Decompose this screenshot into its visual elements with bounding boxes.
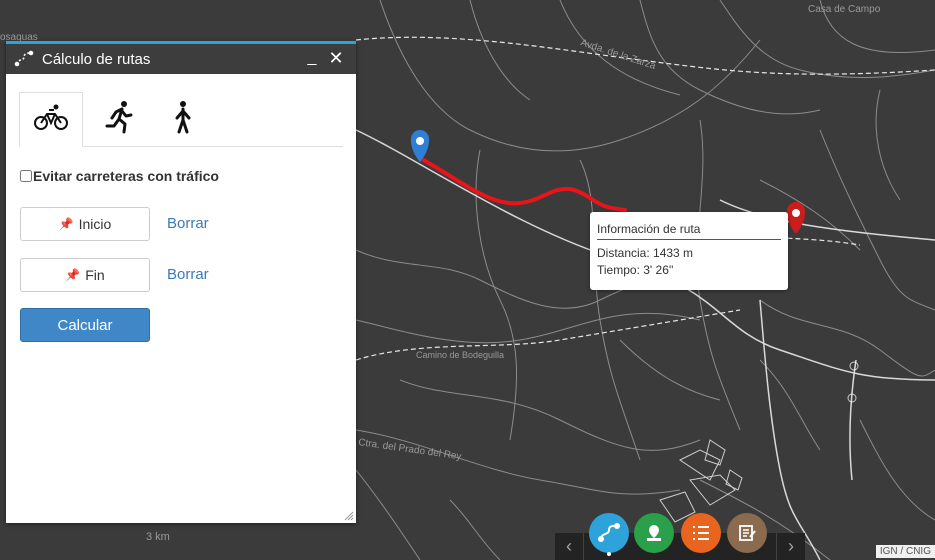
list-tool-button[interactable]	[681, 513, 721, 553]
walking-icon	[172, 100, 194, 139]
start-button[interactable]: 📌 Inicio	[20, 207, 150, 241]
toolbar-prev-button[interactable]: ‹	[555, 533, 584, 560]
popup-title: Información de ruta	[597, 222, 781, 240]
map-label-km: 3 km	[146, 531, 170, 543]
map-label-place: Casa de Campo	[808, 4, 881, 15]
panel-title: Cálculo de rutas	[42, 50, 151, 68]
route-tool-button[interactable]	[589, 513, 629, 553]
panel-header[interactable]: Cálculo de rutas _ ✕	[6, 44, 356, 74]
running-icon	[104, 100, 134, 139]
route-info-popup: Información de ruta Distancia: 1433 m Ti…	[590, 212, 788, 290]
route-icon	[598, 523, 620, 542]
route-panel: Cálculo de rutas _ ✕ Evitar carreteras c…	[6, 41, 356, 523]
toolbar-next-button[interactable]: ›	[776, 533, 805, 560]
avoid-traffic-label: Evitar carreteras con tráfico	[33, 168, 219, 184]
transport-mode-tabs	[19, 92, 343, 147]
tab-running[interactable]	[87, 92, 151, 146]
bicycle-icon	[34, 102, 68, 137]
start-button-label: Inicio	[78, 216, 112, 232]
end-button[interactable]: 📌 Fin	[20, 258, 150, 292]
locate-tool-button[interactable]	[634, 513, 674, 553]
notes-icon	[739, 525, 756, 541]
tab-bicycle[interactable]	[19, 92, 83, 147]
tab-walking[interactable]	[151, 92, 215, 146]
list-icon	[693, 526, 709, 540]
popup-time: Tiempo: 3' 26''	[597, 263, 674, 277]
clear-start-link[interactable]: Borrar	[167, 215, 209, 232]
resize-grip-icon[interactable]	[344, 511, 354, 521]
route-icon	[14, 48, 36, 70]
pushpin-icon: 📌	[65, 268, 81, 282]
avoid-traffic-option[interactable]: Evitar carreteras con tráfico	[20, 168, 219, 184]
minimize-button[interactable]: _	[302, 48, 322, 68]
map-attribution: IGN / CNIG	[875, 545, 935, 558]
clear-end-link[interactable]: Borrar	[167, 266, 209, 283]
close-button[interactable]: ✕	[326, 48, 346, 68]
active-tool-indicator	[607, 552, 611, 556]
map-pin-icon	[647, 525, 661, 541]
pushpin-icon: 📌	[58, 217, 74, 231]
notes-tool-button[interactable]	[727, 513, 767, 553]
map-label-street-bodeguilla: Camino de Bodeguilla	[416, 350, 504, 360]
calculate-button[interactable]: Calcular	[20, 308, 150, 342]
end-button-label: Fin	[85, 267, 105, 283]
popup-distance: Distancia: 1433 m	[597, 246, 694, 260]
avoid-traffic-checkbox[interactable]	[20, 170, 32, 182]
